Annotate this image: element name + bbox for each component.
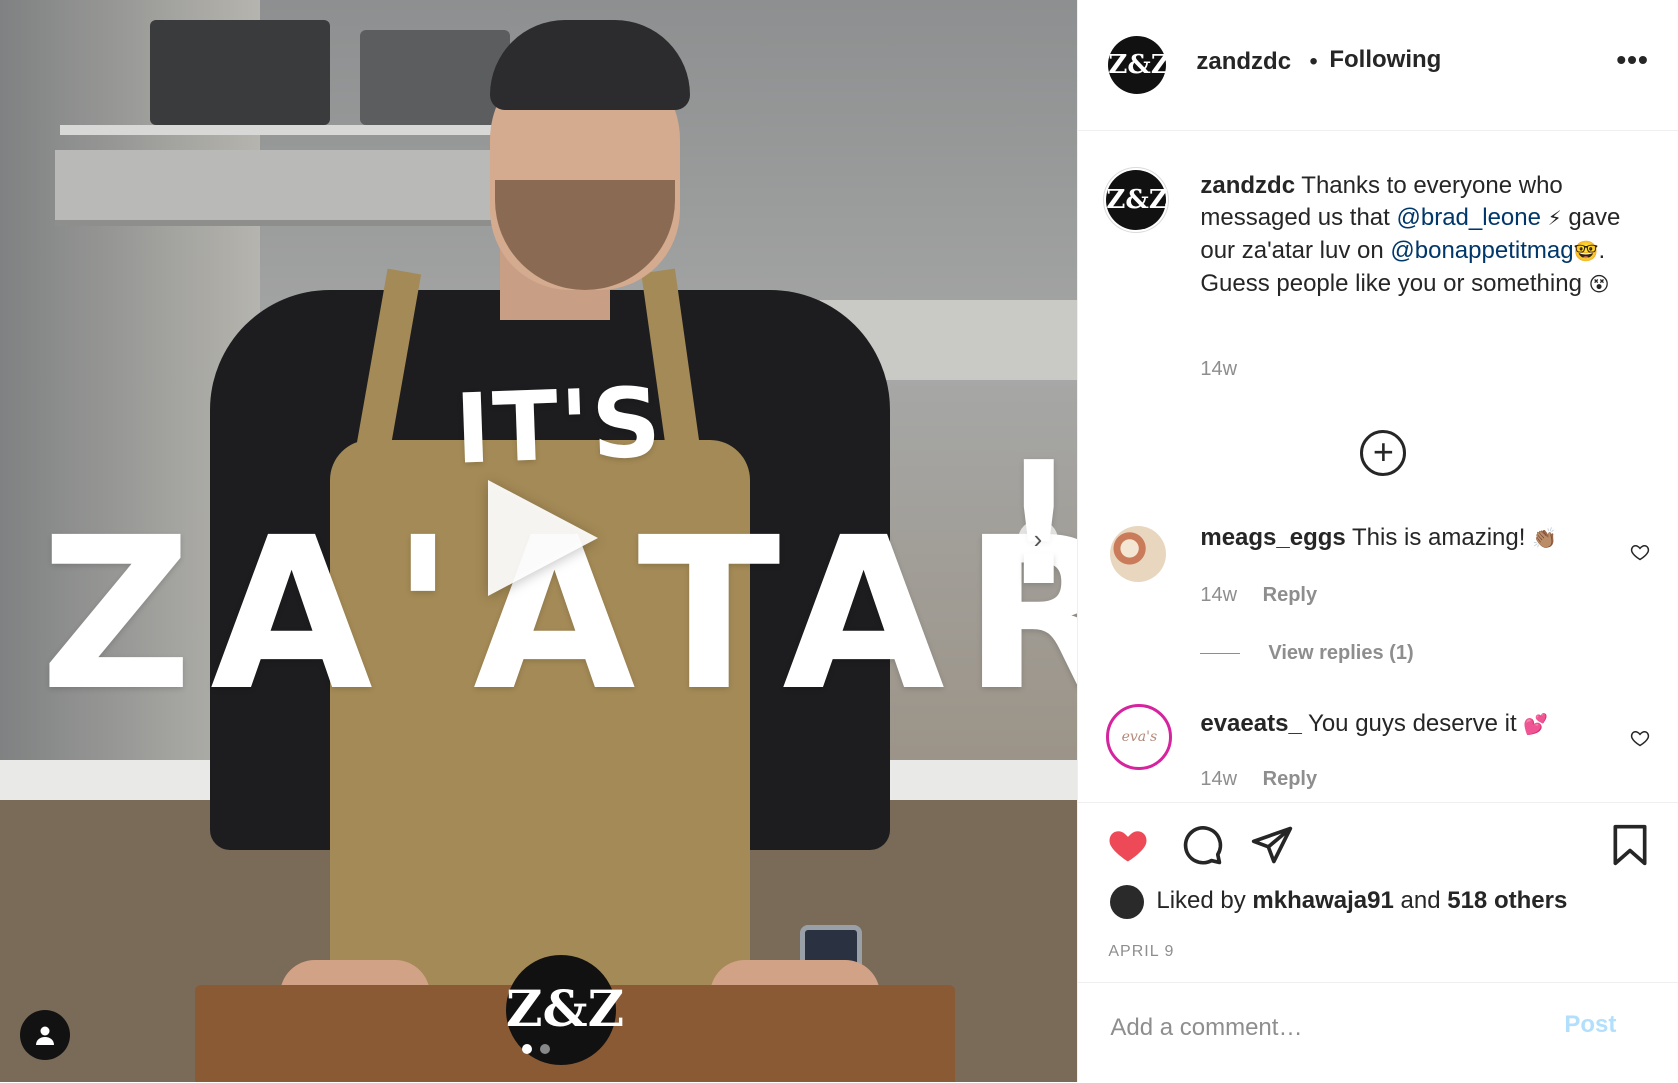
share-icon[interactable] — [1250, 823, 1294, 867]
comment-text: evaeats_ You guys deserve it 💕 — [1200, 710, 1620, 738]
view-replies-button[interactable]: View replies (1) — [1200, 642, 1414, 665]
post-comment-button[interactable]: Post — [1564, 1011, 1616, 1039]
play-icon[interactable] — [488, 480, 598, 596]
liked-by-prefix: Liked by — [1156, 887, 1246, 914]
heart-filled-icon[interactable] — [1106, 823, 1150, 867]
post-caption: zandzdc Thanks to everyone who messaged … — [1200, 170, 1650, 301]
mention-link-brad[interactable]: @brad_leone — [1396, 204, 1540, 231]
comment-text: meags_eggs This is amazing! 👏🏽 — [1200, 524, 1620, 552]
clapping-emoji: 👏🏽 — [1532, 528, 1557, 550]
comment-input[interactable] — [1108, 1007, 1553, 1049]
user-tag-icon[interactable] — [20, 1010, 70, 1060]
heart-outline-icon[interactable] — [1630, 728, 1650, 748]
lightning-emoji: ⚡ — [1547, 208, 1562, 230]
more-options-icon[interactable]: ••• — [1616, 44, 1648, 76]
overlay-text-its: IT'S — [453, 366, 665, 486]
view-replies-label: View replies (1) — [1268, 642, 1414, 664]
liked-by-text: Liked by mkhawaja91 and 518 others — [1156, 887, 1567, 915]
header-separator: • — [1309, 48, 1318, 75]
carousel-dot — [540, 1044, 550, 1054]
caption-username[interactable]: zandzdc — [1200, 172, 1295, 199]
post-header: Z&Z zandzdc • Following ••• — [1078, 0, 1678, 131]
comment-body: This is amazing! — [1352, 524, 1526, 551]
caption-avatar[interactable]: Z&Z — [1106, 170, 1168, 230]
comment-body: You guys deserve it — [1308, 710, 1517, 737]
bookmark-icon[interactable] — [1608, 823, 1652, 867]
view-replies-line — [1200, 653, 1241, 655]
carousel-dot — [522, 1044, 532, 1054]
liked-by-user[interactable]: mkhawaja91 — [1252, 887, 1393, 914]
instagram-post: IT'S ZA'ATAR ! › Z&Z Z&Z zandzdc • Follo… — [0, 0, 1678, 1082]
author-username[interactable]: zandzdc — [1196, 48, 1291, 76]
likes-count-link[interactable]: 518 others — [1447, 887, 1567, 914]
comment-avatar[interactable] — [1110, 526, 1167, 582]
post-date[interactable]: APRIL 9 — [1108, 943, 1174, 961]
liked-by-and: and — [1400, 887, 1441, 914]
nerd-emoji: 🤓 — [1573, 241, 1599, 263]
following-button[interactable]: Following — [1329, 46, 1441, 74]
comment-icon[interactable] — [1180, 823, 1224, 867]
user-silhouette-icon — [36, 1026, 54, 1045]
caption-timestamp[interactable]: 14w — [1200, 358, 1237, 381]
post-media[interactable]: IT'S ZA'ATAR ! › Z&Z — [0, 0, 1078, 1082]
comment-username[interactable]: evaeats_ — [1200, 710, 1301, 737]
comment-timestamp[interactable]: 14w — [1200, 584, 1237, 606]
carousel-dots — [522, 1044, 550, 1054]
reply-button[interactable]: Reply — [1263, 768, 1317, 790]
hearts-emoji: 💕 — [1523, 714, 1549, 736]
liked-by-avatar[interactable] — [1110, 885, 1145, 919]
comment-avatar[interactable]: eva's — [1106, 704, 1173, 770]
comment-meta: 14w Reply — [1200, 768, 1317, 791]
comment-timestamp[interactable]: 14w — [1200, 768, 1237, 790]
chevron-right-icon[interactable]: › — [1018, 520, 1058, 560]
mention-link-bonappetit[interactable]: @bonappetitmag — [1390, 237, 1573, 264]
author-avatar[interactable]: Z&Z — [1108, 36, 1170, 94]
post-actions: Liked by mkhawaja91 and 518 others APRIL… — [1078, 802, 1678, 983]
reply-button[interactable]: Reply — [1263, 584, 1317, 606]
heart-outline-icon[interactable] — [1630, 542, 1650, 562]
chef-beanie — [490, 20, 690, 110]
comment-username[interactable]: meags_eggs — [1200, 524, 1345, 551]
dizzy-face-emoji: 😵 — [1588, 274, 1610, 296]
post-sidebar: Z&Z zandzdc • Following ••• Z&Z zandzdc … — [1077, 0, 1678, 1082]
add-comment-bar: Post — [1078, 982, 1678, 1083]
comment-meta: 14w Reply — [1200, 584, 1317, 607]
plus-circle-icon[interactable]: + — [1360, 430, 1407, 476]
